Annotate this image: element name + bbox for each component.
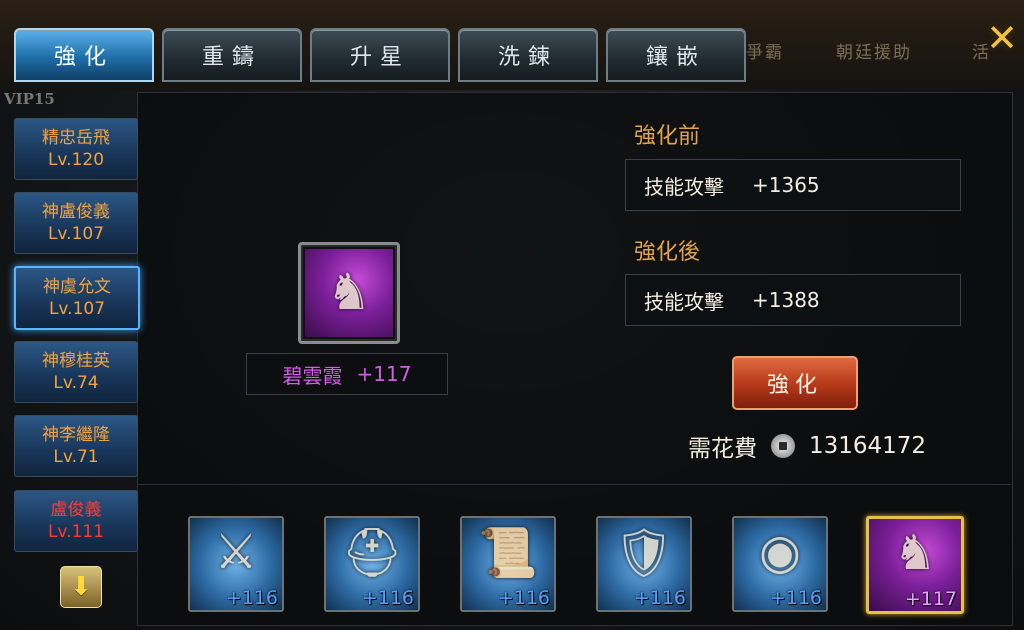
background-label-chaoting: 朝廷援助 [836, 43, 912, 63]
selected-item-name-box: 碧雲霞 +117 [246, 353, 448, 395]
equipment-slot-sword[interactable]: ⚔ +116 [188, 516, 284, 612]
equipment-level: +116 [361, 587, 414, 609]
hero-level: Lv.71 [53, 447, 99, 467]
horse-icon: ♞ [305, 249, 393, 337]
before-stat-box: 技能攻擊 +1365 [625, 159, 961, 211]
hero-level: Lv.107 [48, 299, 106, 319]
cost-amount: 13164172 [809, 433, 927, 459]
after-stat-box: 技能攻擊 +1388 [625, 274, 961, 326]
equipment-slot-horse[interactable]: ♞ +117 [866, 516, 964, 614]
hero-name: 神虞允文 [43, 277, 111, 297]
hero-list-item[interactable]: 神穆桂英 Lv.74 [14, 341, 138, 403]
after-stat-name: 技能攻擊 [644, 289, 724, 314]
hero-level: Lv.120 [47, 150, 105, 170]
before-stat-name: 技能攻擊 [644, 174, 724, 199]
hero-name: 盧俊義 [50, 500, 102, 520]
close-icon[interactable]: ✕ [982, 16, 1022, 60]
equipment-level: +116 [633, 587, 686, 609]
before-title: 強化前 [634, 124, 701, 149]
hero-level: Lv.107 [47, 224, 105, 244]
selected-item-slot: ♞ [298, 242, 400, 344]
hero-list-item[interactable]: 神盧俊義 Lv.107 [14, 192, 138, 254]
tab-refine[interactable]: 洗鍊 [458, 28, 598, 82]
after-title: 強化後 [634, 240, 701, 265]
equipment-slot-shield[interactable]: ◉ +116 [732, 516, 828, 612]
hero-list-item[interactable]: 盧俊義 Lv.111 [14, 490, 138, 552]
equipment-level: +116 [497, 587, 550, 609]
coin-icon [771, 434, 795, 458]
scroll-down-button[interactable]: ⬇ [60, 566, 102, 608]
vip-label: VIP15 [4, 90, 55, 108]
hero-list-item[interactable]: 神李繼隆 Lv.71 [14, 415, 138, 477]
before-stat-value: +1365 [752, 173, 820, 197]
hero-name: 精忠岳飛 [42, 128, 110, 148]
selected-item-level: +117 [356, 362, 412, 386]
hero-name: 神李繼隆 [42, 425, 110, 445]
divider [137, 484, 1011, 485]
hero-list-item-selected[interactable]: 神虞允文 Lv.107 [14, 266, 140, 330]
equipment-slot-armor[interactable]: 🛡 +116 [596, 516, 692, 612]
equipment-slot-scroll[interactable]: 📜 +116 [460, 516, 556, 612]
after-stat-value: +1388 [752, 288, 820, 312]
equipment-level: +117 [904, 588, 957, 610]
equipment-level: +116 [769, 587, 822, 609]
enhance-button[interactable]: 強化 [732, 356, 858, 410]
cost-row: 需花費 13164172 [688, 428, 926, 464]
tab-inlay[interactable]: 鑲嵌 [606, 28, 746, 82]
hero-level: Lv.74 [53, 373, 99, 393]
hero-list-item[interactable]: 精忠岳飛 Lv.120 [14, 118, 138, 180]
arrow-down-icon: ⬇ [70, 572, 92, 602]
hero-name: 神盧俊義 [42, 202, 110, 222]
equipment-level: +116 [225, 587, 278, 609]
tab-enhance[interactable]: 強化 [14, 28, 154, 82]
cost-label: 需花費 [688, 436, 757, 462]
equipment-slot-helmet[interactable]: ⛑ +116 [324, 516, 420, 612]
selected-item-name: 碧雲霞 [282, 363, 343, 388]
tab-star-up[interactable]: 升星 [310, 28, 450, 82]
tab-recast[interactable]: 重鑄 [162, 28, 302, 82]
hero-name: 神穆桂英 [42, 351, 110, 371]
hero-level: Lv.111 [47, 522, 105, 542]
background-label-zhengba: 爭霸 [746, 43, 784, 63]
